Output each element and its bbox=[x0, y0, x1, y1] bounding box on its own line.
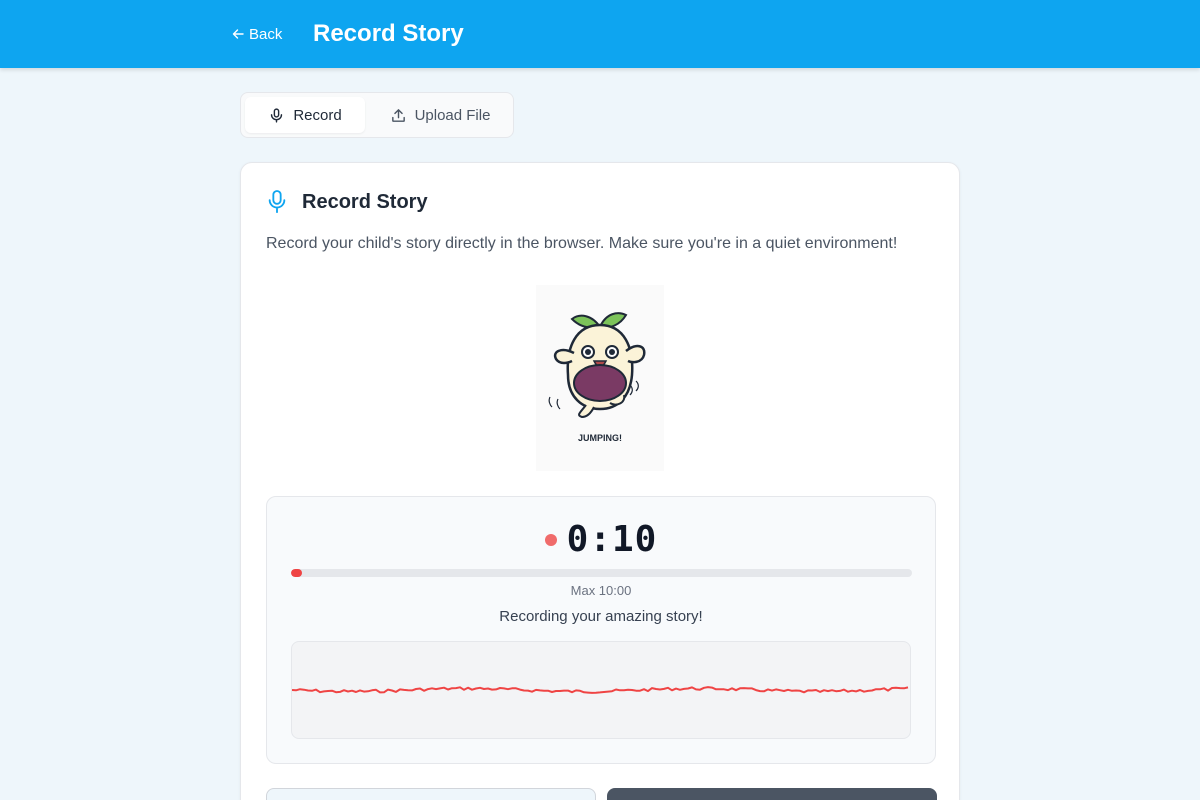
recording-progress-bar bbox=[291, 569, 912, 577]
primary-action-button[interactable] bbox=[607, 788, 937, 800]
card-title: Record Story bbox=[302, 190, 428, 213]
recording-progress-fill bbox=[291, 569, 302, 577]
jumping-mascot-image: JUMPING! bbox=[548, 312, 646, 443]
tab-record[interactable]: Record bbox=[245, 97, 365, 133]
mascot-caption: JUMPING! bbox=[578, 433, 622, 443]
waveform-line bbox=[292, 686, 909, 694]
waveform-graphic bbox=[292, 686, 909, 694]
upload-icon bbox=[391, 108, 405, 122]
tab-record-label: Record bbox=[293, 106, 342, 124]
page-title: Record Story bbox=[313, 20, 464, 47]
mascot-illustration: JUMPING! bbox=[536, 285, 664, 471]
recording-timer: 0:10 bbox=[566, 519, 658, 560]
record-story-card: Record Story Record your child's story d… bbox=[240, 162, 960, 800]
recording-status: Recording your amazing story! bbox=[499, 608, 703, 625]
back-label: Back bbox=[249, 25, 283, 43]
max-duration-label: Max 10:00 bbox=[570, 583, 632, 598]
microphone-icon bbox=[268, 190, 286, 213]
card-header: Record Story bbox=[266, 189, 428, 215]
arrow-left-icon bbox=[232, 29, 244, 39]
back-button[interactable]: Back bbox=[232, 24, 282, 44]
tab-upload-label: Upload File bbox=[414, 106, 491, 124]
timer-row: 0:10 bbox=[267, 519, 935, 560]
microphone-icon bbox=[271, 107, 283, 123]
secondary-action-button[interactable] bbox=[266, 788, 596, 800]
card-description: Record your child's story directly in th… bbox=[266, 235, 898, 252]
tab-upload-file[interactable]: Upload File bbox=[371, 97, 509, 133]
top-bar: Back Record Story bbox=[0, 0, 1200, 68]
recording-panel: 0:10 Max 10:00 Recording your amazing st… bbox=[266, 496, 936, 764]
mode-tabs: Record Upload File bbox=[240, 92, 514, 138]
recording-indicator-dot bbox=[544, 533, 557, 546]
audio-waveform bbox=[291, 641, 911, 739]
